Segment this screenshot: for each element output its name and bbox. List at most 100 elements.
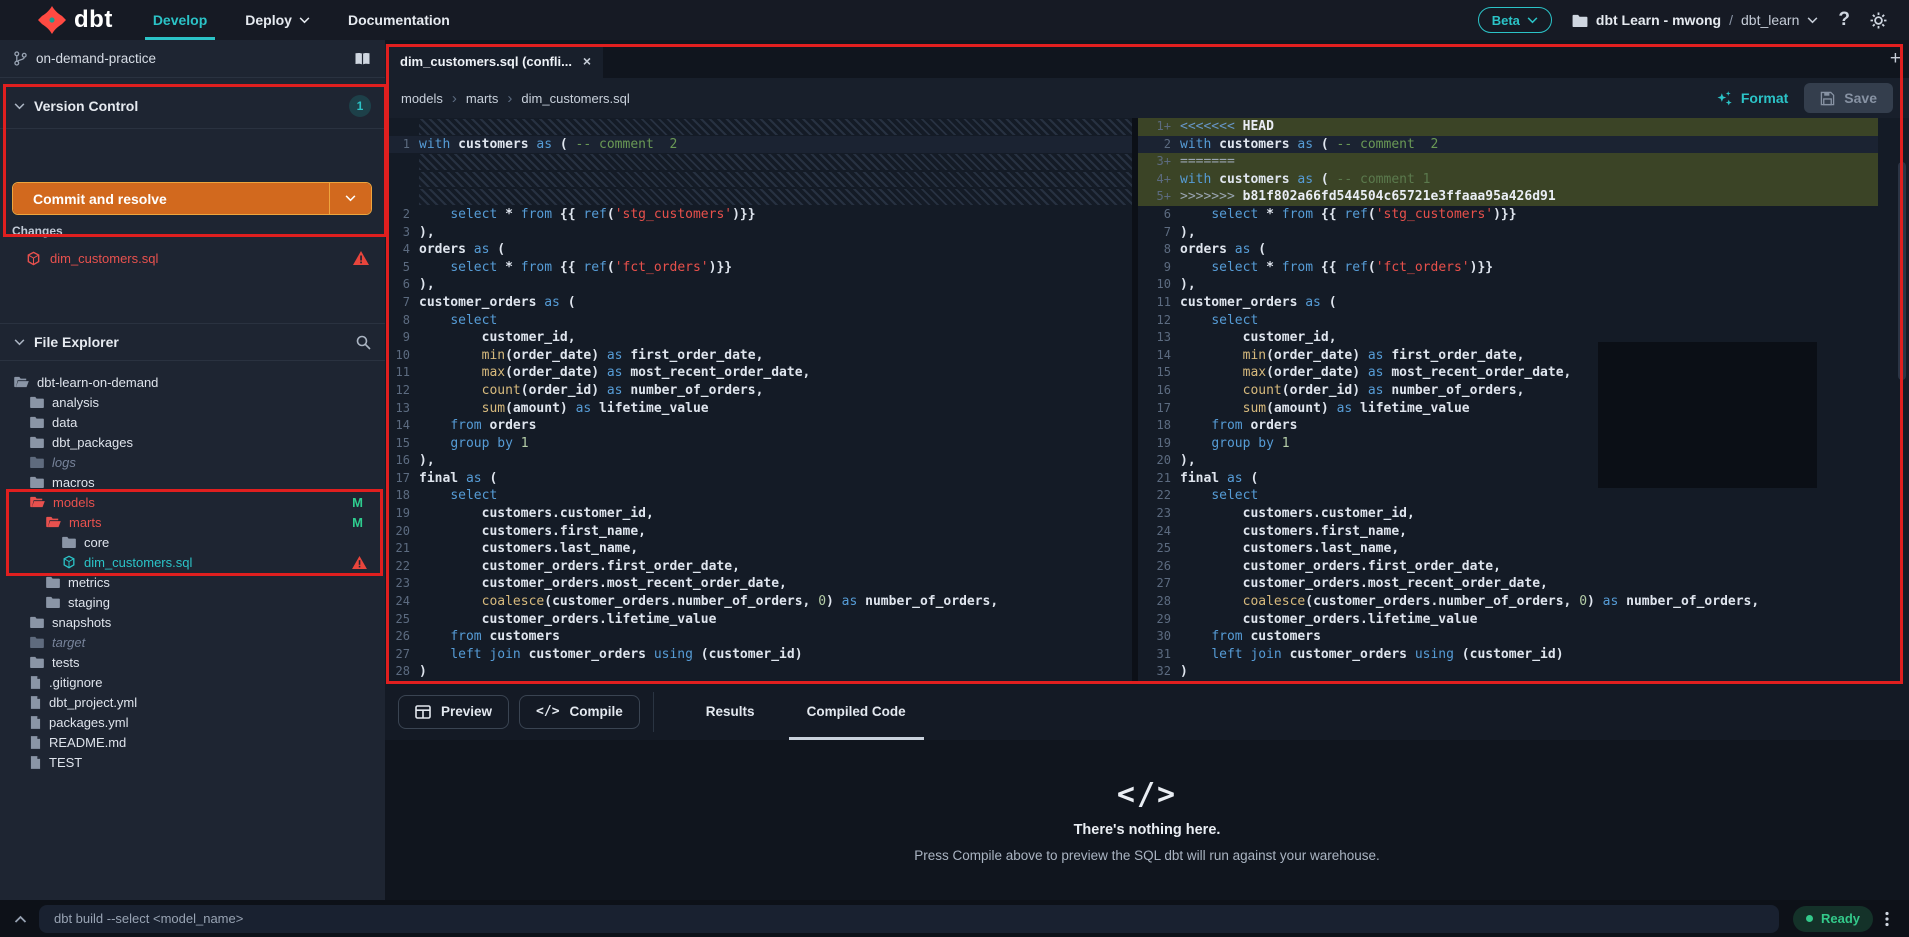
- code-line[interactable]: 16 count(order_id) as number_of_orders,: [1138, 382, 1878, 400]
- code-line[interactable]: 15 group by 1: [385, 435, 1132, 453]
- code-line[interactable]: 19 group by 1: [1138, 435, 1878, 453]
- code-line[interactable]: 27 left join customer_orders using (cust…: [385, 646, 1132, 664]
- code-line[interactable]: 21 customers.last_name,: [385, 540, 1132, 558]
- code-line[interactable]: 25 customers.last_name,: [1138, 540, 1878, 558]
- tree-item-test[interactable]: TEST: [0, 752, 385, 772]
- beta-badge[interactable]: Beta: [1477, 7, 1552, 33]
- code-line[interactable]: 7 customer_orders as (: [385, 294, 1132, 312]
- code-line[interactable]: 13 sum(amount) as lifetime_value: [385, 400, 1132, 418]
- code-line[interactable]: 26 from customers: [385, 628, 1132, 646]
- code-line[interactable]: 26 customer_orders.first_order_date,: [1138, 558, 1878, 576]
- code-line[interactable]: 2 select * from {{ ref('stg_customers')}…: [385, 206, 1132, 224]
- code-line[interactable]: 8 orders as (: [1138, 241, 1878, 259]
- dbt-logo[interactable]: dbt: [38, 6, 113, 34]
- code-line[interactable]: 10 min(order_date) as first_order_date,: [385, 347, 1132, 365]
- tree-item-marts[interactable]: marts M: [0, 512, 385, 532]
- chevron-up-icon[interactable]: [14, 915, 27, 923]
- code-line[interactable]: 14 from orders: [385, 417, 1132, 435]
- code-line[interactable]: 25 customer_orders.lifetime_value: [385, 611, 1132, 629]
- kebab-menu-icon[interactable]: [1885, 911, 1889, 927]
- nav-item-deploy[interactable]: Deploy: [245, 0, 310, 40]
- code-line[interactable]: 27 customer_orders.most_recent_order_dat…: [1138, 575, 1878, 593]
- code-line[interactable]: 24 customers.first_name,: [1138, 523, 1878, 541]
- code-line[interactable]: 23 customer_orders.most_recent_order_dat…: [385, 575, 1132, 593]
- code-line[interactable]: 20 customers.first_name,: [385, 523, 1132, 541]
- diff-filler-row[interactable]: [385, 153, 1132, 171]
- code-line[interactable]: 13 customer_id,: [1138, 329, 1878, 347]
- code-line[interactable]: 16),: [385, 452, 1132, 470]
- code-line[interactable]: 18 select: [385, 487, 1132, 505]
- new-tab-plus-icon[interactable]: +: [1890, 48, 1901, 70]
- tree-item-tests[interactable]: tests: [0, 652, 385, 672]
- status-badge[interactable]: Ready: [1793, 905, 1874, 932]
- diff-pane-incoming[interactable]: 1+ <<<<<<< HEAD 2 with customers as ( -- co…: [1138, 118, 1878, 683]
- code-line[interactable]: 3),: [385, 224, 1132, 242]
- breadcrumb-file[interactable]: dim_customers.sql: [521, 91, 629, 106]
- diff-filler-row[interactable]: [385, 171, 1132, 189]
- code-line[interactable]: 31 left join customer_orders using (cust…: [1138, 646, 1878, 664]
- editor-scrollbar[interactable]: [1898, 162, 1906, 380]
- tree-item-dbt-project-yml[interactable]: dbt_project.yml: [0, 692, 385, 712]
- diff-pane-current[interactable]: 1 with customers as ( -- comment 2 2 selec…: [385, 118, 1132, 683]
- diff-editor[interactable]: 1 with customers as ( -- comment 2 2 selec…: [385, 118, 1909, 683]
- tree-item-target[interactable]: target: [0, 632, 385, 652]
- code-line[interactable]: 29 customer_orders.lifetime_value: [1138, 611, 1878, 629]
- file-explorer-header[interactable]: File Explorer: [0, 324, 385, 360]
- code-line[interactable]: 4+ with customers as ( -- comment 1: [1138, 170, 1878, 189]
- tree-item-logs[interactable]: logs: [0, 452, 385, 472]
- code-line[interactable]: 8 select: [385, 312, 1132, 330]
- code-line[interactable]: 23 customers.customer_id,: [1138, 505, 1878, 523]
- code-line[interactable]: 12 count(order_id) as number_of_orders,: [385, 382, 1132, 400]
- code-line[interactable]: 3+ =======: [1138, 153, 1878, 171]
- diff-filler-row[interactable]: [385, 188, 1132, 206]
- save-button[interactable]: Save: [1804, 83, 1893, 113]
- code-line[interactable]: 20),: [1138, 452, 1878, 470]
- diff-filler-row[interactable]: [385, 118, 1132, 136]
- help-icon[interactable]: ?: [1838, 9, 1850, 31]
- tree-item-data[interactable]: data: [0, 412, 385, 432]
- editor-tab-dim-customers[interactable]: dim_customers.sql (confli... ×: [385, 44, 603, 78]
- code-line[interactable]: 9 select * from {{ ref('fct_orders')}}: [1138, 259, 1878, 277]
- nav-item-develop[interactable]: Develop: [144, 0, 216, 40]
- code-line[interactable]: 28): [385, 663, 1132, 681]
- code-line[interactable]: 5+ >>>>>>> b81f802a66fd544504c65721e3ffaa…: [1138, 188, 1878, 206]
- version-control-header[interactable]: Version Control 1: [0, 88, 385, 124]
- code-line[interactable]: 14 min(order_date) as first_order_date,: [1138, 347, 1878, 365]
- tab-compiled-code[interactable]: Compiled Code: [788, 683, 924, 740]
- tree-item-dim-customers-sql[interactable]: dim_customers.sql: [0, 552, 385, 572]
- nav-item-documentation[interactable]: Documentation: [348, 0, 450, 40]
- code-line[interactable]: 21 final as (: [1138, 470, 1878, 488]
- settings-gear-icon[interactable]: [1870, 12, 1887, 29]
- tree-item--gitignore[interactable]: .gitignore: [0, 672, 385, 692]
- tree-item-dbt-packages[interactable]: dbt_packages: [0, 432, 385, 452]
- code-line[interactable]: 6 select * from {{ ref('stg_customers')}…: [1138, 206, 1878, 224]
- code-line[interactable]: 9 customer_id,: [385, 329, 1132, 347]
- docs-book-icon[interactable]: [354, 52, 371, 66]
- tree-item-staging[interactable]: staging: [0, 592, 385, 612]
- code-line[interactable]: 6),: [385, 276, 1132, 294]
- code-line[interactable]: 1+ <<<<<<< HEAD: [1138, 118, 1878, 136]
- code-line[interactable]: 19 customers.customer_id,: [385, 505, 1132, 523]
- tree-item-metrics[interactable]: metrics: [0, 572, 385, 592]
- code-line[interactable]: 17 sum(amount) as lifetime_value: [1138, 400, 1878, 418]
- code-line[interactable]: 7),: [1138, 224, 1878, 242]
- search-icon[interactable]: [355, 334, 371, 350]
- format-button[interactable]: Format: [1716, 90, 1788, 107]
- breadcrumb-models[interactable]: models: [401, 91, 443, 106]
- tree-item-snapshots[interactable]: snapshots: [0, 612, 385, 632]
- code-line[interactable]: 4 orders as (: [385, 241, 1132, 259]
- code-line[interactable]: 24 coalesce(customer_orders.number_of_or…: [385, 593, 1132, 611]
- tree-item-readme-md[interactable]: README.md: [0, 732, 385, 752]
- code-line[interactable]: 11 max(order_date) as most_recent_order_…: [385, 364, 1132, 382]
- code-line[interactable]: 18 from orders: [1138, 417, 1878, 435]
- commit-and-resolve-button[interactable]: Commit and resolve: [12, 182, 372, 215]
- tree-item-analysis[interactable]: analysis: [0, 392, 385, 412]
- branch-row[interactable]: on-demand-practice: [0, 40, 385, 78]
- code-line[interactable]: 5 select * from {{ ref('fct_orders')}}: [385, 259, 1132, 277]
- code-line[interactable]: 15 max(order_date) as most_recent_order_…: [1138, 364, 1878, 382]
- code-line[interactable]: 22 customer_orders.first_order_date,: [385, 558, 1132, 576]
- tree-item-packages-yml[interactable]: packages.yml: [0, 712, 385, 732]
- changed-file-row[interactable]: dim_customers.sql: [0, 244, 385, 272]
- code-line[interactable]: 32): [1138, 663, 1878, 681]
- tree-item-dbt-learn-on-demand[interactable]: dbt-learn-on-demand: [0, 372, 385, 392]
